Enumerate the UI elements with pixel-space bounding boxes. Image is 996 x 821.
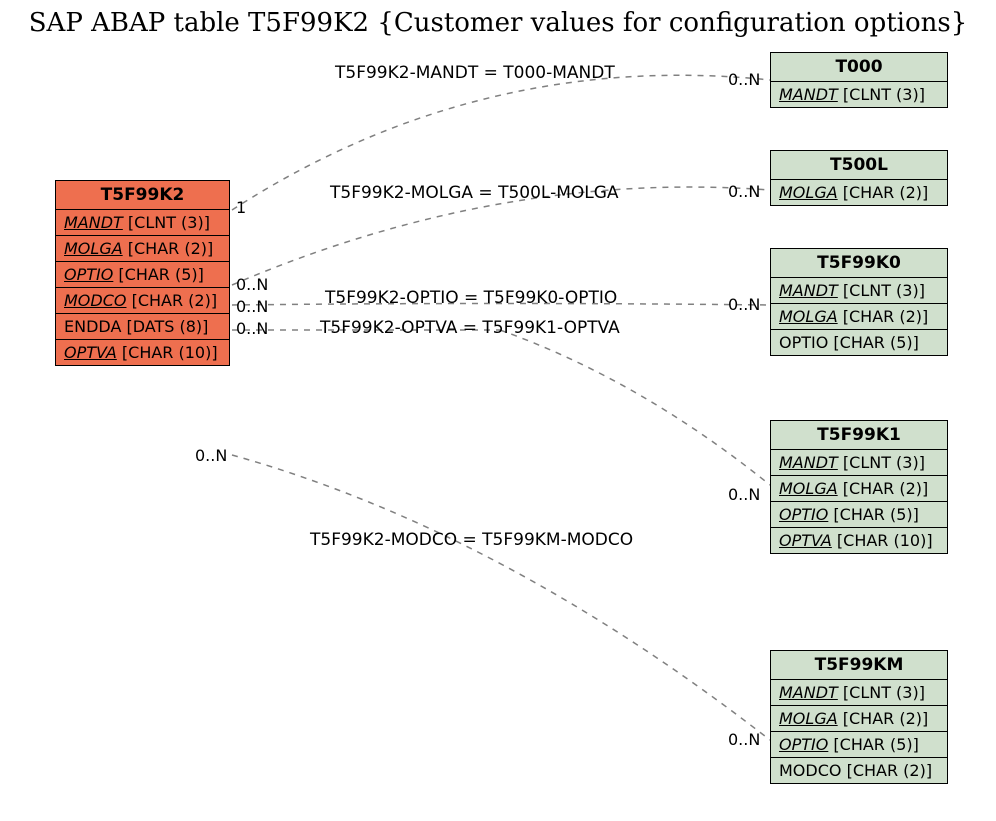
card-left-0: 1 [236,198,246,217]
card-right-2: 0..N [728,295,760,314]
entity-field: OPTIO [CHAR (5)] [771,732,947,758]
entity-main-field: ENDDA [DATS (8)] [56,314,229,340]
entity-field: MANDT [CLNT (3)] [771,82,947,107]
page-title: SAP ABAP table T5F99K2 {Customer values … [0,8,996,38]
entity-main: T5F99K2 MANDT [CLNT (3)]MOLGA [CHAR (2)]… [55,180,230,366]
entity-main-field: OPTIO [CHAR (5)] [56,262,229,288]
entity-field: MANDT [CLNT (3)] [771,680,947,706]
entity-main-field: OPTVA [CHAR (10)] [56,340,229,365]
entity-t000: T000MANDT [CLNT (3)] [770,52,948,108]
entity-header: T5F99K0 [771,249,947,278]
card-right-0: 0..N [728,70,760,89]
card-left-1: 0..N [236,275,268,294]
entity-field: MOLGA [CHAR (2)] [771,304,947,330]
entity-header: T5F99KM [771,651,947,680]
card-right-4: 0..N [728,730,760,749]
entity-main-field: MODCO [CHAR (2)] [56,288,229,314]
card-left-3: 0..N [236,319,268,338]
card-left-2: 0..N [236,297,268,316]
entity-field: OPTIO [CHAR (5)] [771,330,947,355]
entity-t5f99k1: T5F99K1MANDT [CLNT (3)]MOLGA [CHAR (2)]O… [770,420,948,554]
entity-header: T5F99K1 [771,421,947,450]
entity-main-field: MOLGA [CHAR (2)] [56,236,229,262]
card-right-extra: 0..N [728,485,760,504]
entity-field: MOLGA [CHAR (2)] [771,706,947,732]
entity-main-field: MANDT [CLNT (3)] [56,210,229,236]
entity-field: MANDT [CLNT (3)] [771,450,947,476]
relation-label-3: T5F99K2-OPTVA = T5F99K1-OPTVA [320,318,620,338]
relation-label-0: T5F99K2-MANDT = T000-MANDT [335,63,615,83]
entity-field: MANDT [CLNT (3)] [771,278,947,304]
card-right-1: 0..N [728,182,760,201]
entity-field: MOLGA [CHAR (2)] [771,180,947,205]
entity-field: MOLGA [CHAR (2)] [771,476,947,502]
entity-field: MODCO [CHAR (2)] [771,758,947,783]
entity-main-header: T5F99K2 [56,181,229,210]
relation-label-4: T5F99K2-MODCO = T5F99KM-MODCO [310,530,633,550]
entity-t5f99k0: T5F99K0MANDT [CLNT (3)]MOLGA [CHAR (2)]O… [770,248,948,356]
entity-t500l: T500LMOLGA [CHAR (2)] [770,150,948,206]
relation-label-1: T5F99K2-MOLGA = T500L-MOLGA [330,183,619,203]
entity-field: OPTIO [CHAR (5)] [771,502,947,528]
relation-label-2: T5F99K2-OPTIO = T5F99K0-OPTIO [325,288,617,308]
entity-header: T500L [771,151,947,180]
card-left-4: 0..N [195,446,227,465]
entity-header: T000 [771,53,947,82]
entity-t5f99km: T5F99KMMANDT [CLNT (3)]MOLGA [CHAR (2)]O… [770,650,948,784]
entity-field: OPTVA [CHAR (10)] [771,528,947,553]
